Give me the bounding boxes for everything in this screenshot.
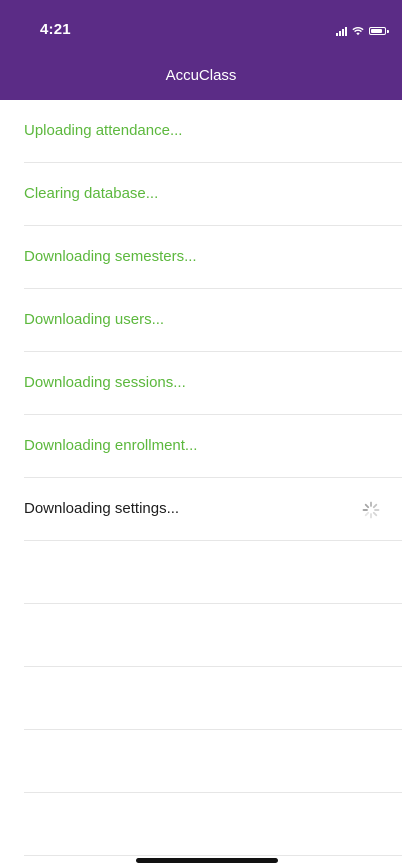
sync-step-row-active: Downloading settings... [24,478,402,541]
signal-icon [336,26,347,36]
empty-row [24,604,402,667]
sync-step-label: Clearing database... [24,185,159,202]
status-time: 4:21 [40,21,71,38]
sync-step-list: Uploading attendance... Clearing databas… [0,100,402,856]
sync-step-row: Downloading enrollment... [24,415,402,478]
sync-step-label: Downloading semesters... [24,248,197,265]
empty-row [24,793,402,856]
status-icons [336,26,389,36]
spinner-icon [362,501,380,519]
sync-step-label: Uploading attendance... [24,122,183,139]
sync-step-label: Downloading settings... [24,500,180,517]
sync-step-row: Uploading attendance... [24,100,402,163]
wifi-icon [352,26,364,36]
battery-icon [369,27,389,35]
sync-step-row: Downloading users... [24,289,402,352]
sync-step-label: Downloading enrollment... [24,437,198,454]
home-indicator[interactable] [136,858,278,863]
sync-step-row: Downloading sessions... [24,352,402,415]
sync-step-row: Downloading semesters... [24,226,402,289]
sync-step-label: Downloading sessions... [24,374,186,391]
empty-row [24,541,402,604]
empty-row [24,667,402,730]
app-header: 4:21 AccuClass [0,0,402,100]
sync-step-label: Downloading users... [24,311,165,328]
sync-step-row: Clearing database... [24,163,402,226]
empty-row [24,730,402,793]
app-title: AccuClass [165,67,237,84]
